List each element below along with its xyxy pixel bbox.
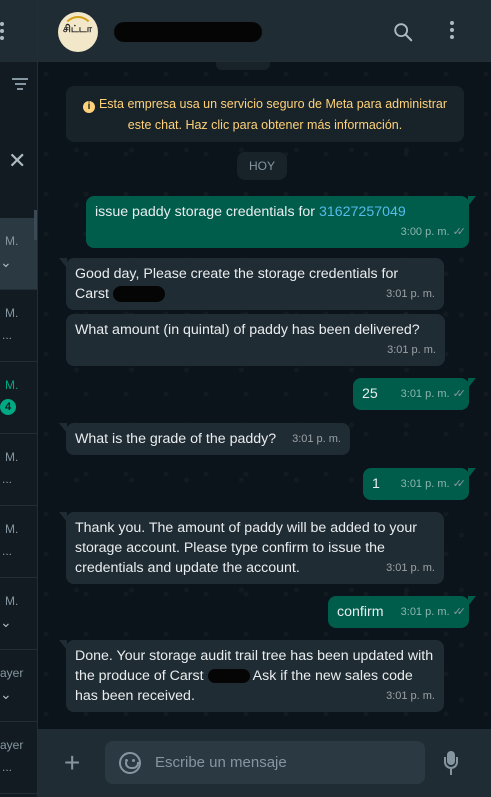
chat-list-item-time: M. bbox=[5, 522, 19, 536]
chevron-down-icon[interactable]: ⌄ bbox=[0, 614, 12, 631]
bubble-tail bbox=[59, 512, 67, 522]
phone-link[interactable]: 31627257049 bbox=[319, 204, 406, 220]
conversation-header[interactable]: சிட்டா bbox=[38, 0, 491, 62]
bubble-tail bbox=[468, 596, 476, 606]
info-icon: i bbox=[82, 101, 95, 113]
message-timestamp: 3:01 p. m. ✓✓ bbox=[401, 602, 467, 622]
bubble-tail bbox=[468, 378, 476, 388]
message-bubble-incoming[interactable]: What amount (in quintal) of paddy has be… bbox=[66, 314, 445, 366]
message-bubble-outgoing[interactable]: confirm 3:01 p. m. ✓✓ bbox=[328, 596, 476, 628]
message-text: What amount (in quintal) of paddy has be… bbox=[75, 322, 420, 338]
message-bubble-outgoing[interactable]: issue paddy storage credentials for 3162… bbox=[86, 196, 476, 248]
conversation-panel: சிட்டா i Esta empresa usa un servicio seg… bbox=[38, 0, 491, 797]
bubble-tail bbox=[59, 423, 67, 433]
microphone-icon[interactable] bbox=[444, 751, 458, 777]
chat-list-panel: ✕ M. ⌄ M. ... M. 4 M. ... M. ... M. ⌄ ay… bbox=[0, 0, 38, 797]
kebab-menu-icon[interactable] bbox=[450, 21, 456, 41]
chat-list-item[interactable]: M. ... bbox=[0, 290, 37, 362]
message-bubble-incoming[interactable]: Thank you. The amount of paddy will be a… bbox=[59, 512, 444, 584]
message-text: 1 bbox=[372, 476, 380, 492]
composer-bar: + bbox=[38, 729, 491, 797]
redacted-text bbox=[112, 286, 165, 303]
search-icon[interactable] bbox=[392, 21, 414, 43]
message-bubble-outgoing[interactable]: 1 3:01 p. m. ✓✓ bbox=[363, 468, 476, 500]
chat-list-item[interactable]: ayer ⌄ bbox=[0, 650, 37, 722]
chat-list-item-time: M. bbox=[5, 450, 19, 464]
chat-list-item[interactable]: M. ... bbox=[0, 506, 37, 578]
read-receipt-icon: ✓✓ bbox=[452, 226, 467, 238]
message-timestamp: 3:01 p. m. bbox=[292, 433, 341, 445]
unread-badge: 4 bbox=[0, 399, 16, 415]
scroll-indicator bbox=[216, 62, 270, 70]
redacted-text bbox=[207, 669, 250, 684]
chat-list-item-preview: ... bbox=[2, 760, 13, 774]
avatar-logo: சிட்டா bbox=[63, 24, 92, 35]
message-timestamp: 3:01 p. m. ✓✓ bbox=[401, 474, 467, 494]
message-bubble-incoming[interactable]: Good day, Please create the storage cred… bbox=[59, 258, 444, 310]
chat-list-item-time: ayer bbox=[0, 738, 24, 752]
chat-list-item[interactable]: M. ... bbox=[0, 434, 37, 506]
message-text: What is the grade of the paddy? bbox=[75, 431, 277, 447]
message-text: issue paddy storage credentials for bbox=[95, 204, 319, 220]
chat-list-item-time: M. bbox=[5, 234, 19, 248]
date-divider: HOY bbox=[237, 152, 287, 180]
close-icon[interactable]: ✕ bbox=[8, 148, 26, 174]
chat-list-item-preview: ... bbox=[2, 472, 13, 486]
chat-list-item[interactable]: ayer ... bbox=[0, 722, 37, 794]
chevron-down-icon[interactable]: ⌄ bbox=[0, 686, 12, 703]
message-timestamp: 3:01 p. m. bbox=[387, 344, 436, 356]
read-receipt-icon: ✓✓ bbox=[452, 606, 467, 618]
bubble-tail bbox=[468, 468, 476, 478]
contact-name-redacted bbox=[114, 22, 262, 42]
message-timestamp: 3:01 p. m. bbox=[386, 562, 435, 574]
read-receipt-icon: ✓✓ bbox=[452, 388, 467, 400]
message-bubble-outgoing[interactable]: 25 3:01 p. m. ✓✓ bbox=[353, 378, 476, 410]
chat-list-item-preview: ... bbox=[2, 544, 13, 558]
chat-list-item-preview: ... bbox=[2, 328, 13, 342]
message-list[interactable]: i Esta empresa usa un servicio seguro de … bbox=[38, 62, 491, 729]
chat-list-item-time: ayer bbox=[0, 666, 24, 680]
message-timestamp: 3:01 p. m. ✓✓ bbox=[401, 384, 467, 404]
bubble-tail bbox=[59, 258, 67, 268]
message-bubble-incoming[interactable]: Done. Your storage audit trail tree has … bbox=[59, 640, 444, 712]
message-timestamp: 3:01 p. m. bbox=[386, 288, 435, 300]
chat-list-item-time: M. bbox=[5, 306, 19, 320]
menu-icon[interactable] bbox=[0, 22, 6, 42]
read-receipt-icon: ✓✓ bbox=[452, 478, 467, 490]
emoji-icon[interactable] bbox=[119, 752, 141, 774]
message-text: confirm bbox=[337, 604, 384, 620]
message-timestamp: 3:00 p. m. ✓✓ bbox=[401, 222, 467, 242]
chat-list-item[interactable]: M. ⌄ bbox=[0, 578, 37, 650]
attach-plus-icon[interactable]: + bbox=[64, 749, 80, 777]
chevron-down-icon[interactable]: ⌄ bbox=[0, 254, 12, 271]
bubble-tail bbox=[468, 196, 476, 206]
filter-icon[interactable] bbox=[12, 78, 28, 92]
message-bubble-incoming[interactable]: What is the grade of the paddy? 3:01 p. … bbox=[59, 423, 350, 455]
message-text: 25 bbox=[362, 386, 378, 402]
encryption-notice[interactable]: i Esta empresa usa un servicio seguro de … bbox=[66, 86, 464, 142]
chat-list-item-time: M. bbox=[5, 378, 19, 392]
chat-list-item-time: M. bbox=[5, 594, 19, 608]
message-timestamp: 3:01 p. m. bbox=[386, 690, 435, 702]
notice-text: Esta empresa usa un servicio seguro de M… bbox=[98, 97, 448, 132]
message-text: Thank you. The amount of paddy will be a… bbox=[75, 520, 418, 576]
bubble-tail bbox=[59, 640, 67, 650]
avatar[interactable]: சிட்டா bbox=[58, 12, 98, 52]
message-input[interactable] bbox=[155, 741, 415, 784]
chat-list-header bbox=[0, 0, 37, 62]
chat-list-item[interactable]: M. ⌄ bbox=[0, 218, 37, 290]
chat-list-item[interactable]: M. 4 bbox=[0, 362, 37, 434]
message-input-box[interactable] bbox=[105, 741, 425, 784]
